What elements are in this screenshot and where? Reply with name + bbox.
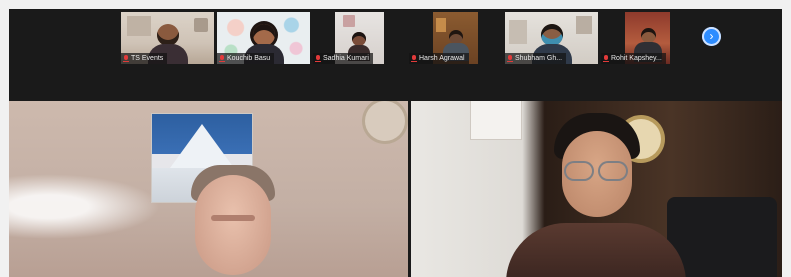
meeting-window: TS Events Kouchib Basu Sadhia Kumari Har… (9, 9, 782, 277)
participant-thumbnail[interactable]: Shubham Gh... (505, 12, 598, 64)
participant-name: Kouchib Basu (227, 55, 271, 62)
participant-strip: TS Events Kouchib Basu Sadhia Kumari Har… (9, 9, 782, 101)
chevron-right-icon: › (709, 29, 714, 43)
participant-thumbnail[interactable]: Kouchib Basu (217, 12, 310, 64)
participant-name: Shubham Gh... (515, 55, 563, 62)
participant-name-tag: TS Events (121, 53, 168, 64)
participant-thumbnail[interactable]: Rohit Kapshey... (601, 12, 694, 64)
next-page-button[interactable]: › (702, 27, 721, 46)
microphone-muted-icon (507, 55, 513, 62)
microphone-muted-icon (315, 55, 321, 62)
speaker-figure (185, 165, 281, 277)
participant-name-tag: Sadhia Kumari (313, 53, 373, 64)
participant-thumbnail[interactable]: Harsh Agrawal (409, 12, 502, 64)
microphone-muted-icon (603, 55, 609, 62)
participant-thumbnail[interactable]: TS Events (121, 12, 214, 64)
participant-name: TS Events (131, 55, 164, 62)
microphone-muted-icon (219, 55, 225, 62)
microphone-muted-icon (411, 55, 417, 62)
microphone-muted-icon (123, 55, 129, 62)
speaker-figure (506, 113, 686, 277)
participant-name: Rohit Kapshey... (611, 55, 662, 62)
participant-thumbnail[interactable]: Sadhia Kumari (313, 12, 406, 64)
participant-video[interactable] (411, 101, 782, 277)
participant-name-tag: Harsh Agrawal (409, 53, 469, 64)
participant-name-tag: Kouchib Basu (217, 53, 275, 64)
participant-name-tag: Shubham Gh... (505, 53, 567, 64)
participant-name-tag: Rohit Kapshey... (601, 53, 666, 64)
active-speaker-video[interactable] (9, 101, 408, 277)
participant-name: Harsh Agrawal (419, 55, 465, 62)
wall-clock (365, 101, 405, 141)
participant-name: Sadhia Kumari (323, 55, 369, 62)
